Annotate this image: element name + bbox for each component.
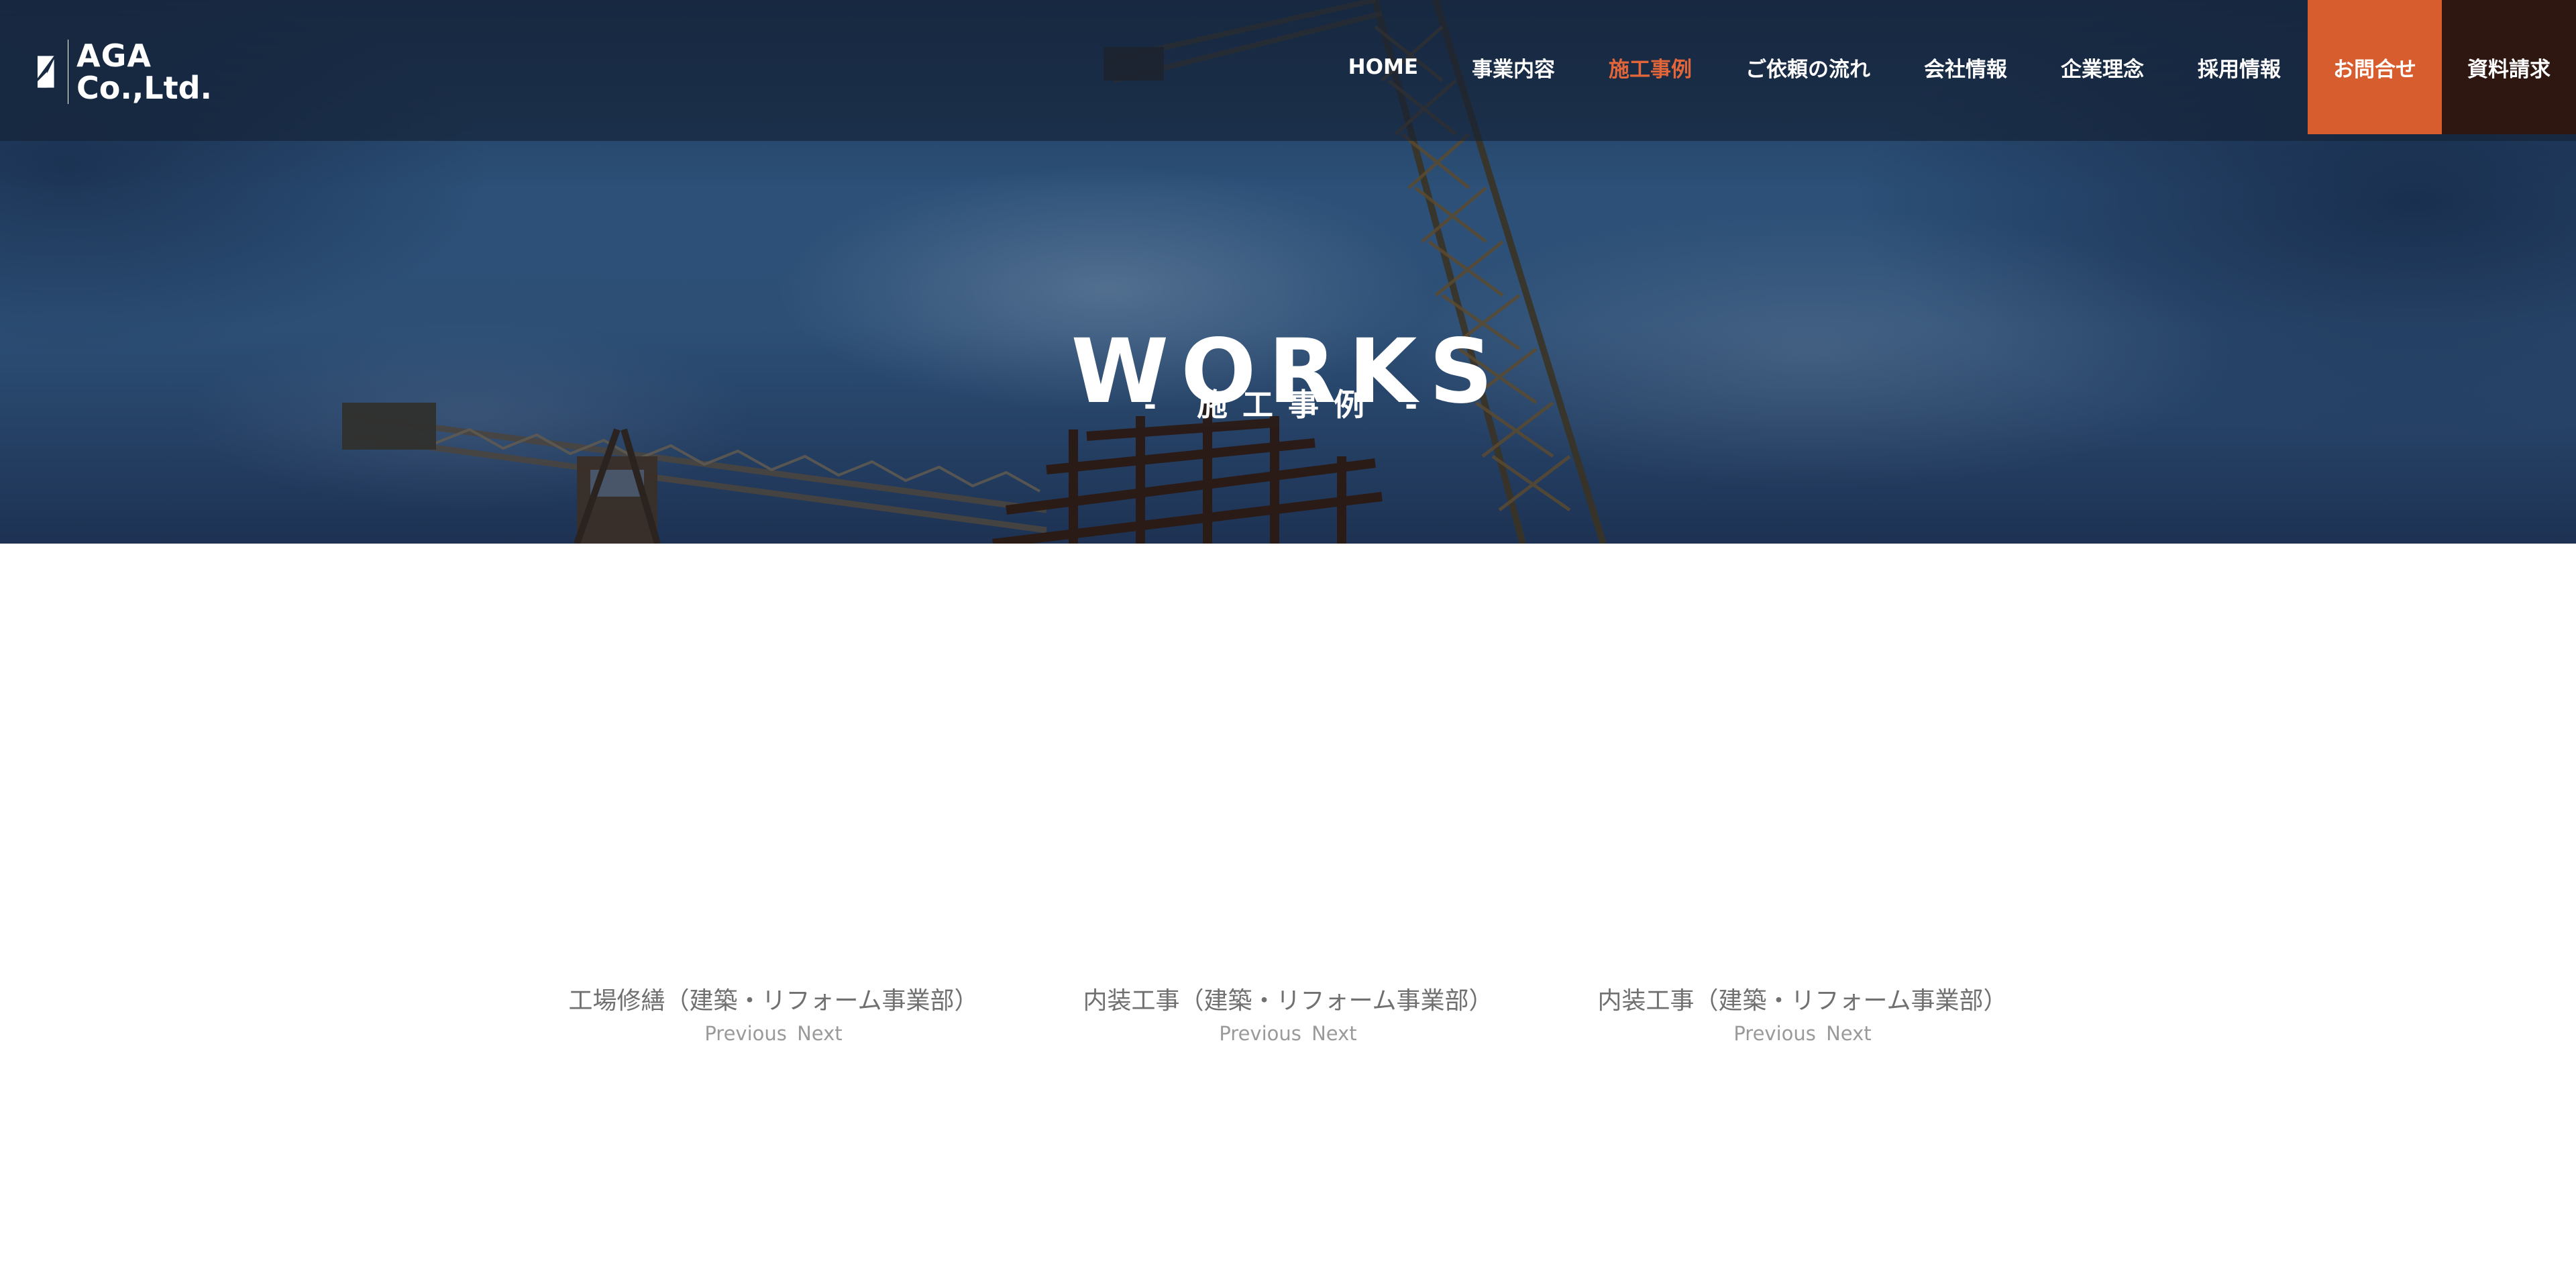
site-header: AGA Co.,Ltd. HOME 事業内容 施工事例 ご依頼の流れ 会社情報 … (0, 0, 2576, 141)
main-nav: HOME 事業内容 施工事例 ご依頼の流れ 会社情報 企業理念 採用情報 お問合… (1322, 0, 2576, 134)
work-card[interactable]: 内装工事（建築・リフォーム事業部） Previous Next (1038, 987, 1538, 1046)
next-link[interactable]: Next (795, 1022, 845, 1045)
nav-item-works[interactable]: 施工事例 (1582, 0, 1719, 134)
logo-line-1: AGA (76, 37, 152, 74)
page-subtitle: - 施工事例 - (1143, 387, 1433, 423)
logo-mark-icon (38, 56, 54, 88)
previous-link[interactable]: Previous (1217, 1022, 1303, 1045)
work-title[interactable]: 工場修繕（建築・リフォーム事業部） (523, 987, 1024, 1015)
logo-text: AGA Co.,Ltd. (76, 37, 212, 106)
previous-link[interactable]: Previous (1731, 1022, 1818, 1045)
work-card[interactable]: 内装工事（建築・リフォーム事業部） Previous Next (1552, 987, 2053, 1046)
nav-item-philosophy[interactable]: 企業理念 (2034, 0, 2171, 134)
next-link[interactable]: Next (1824, 1022, 1874, 1045)
request-materials-button[interactable]: 資料請求 (2442, 0, 2576, 134)
contact-button[interactable]: お問合せ (2308, 0, 2442, 134)
previous-link[interactable]: Previous (702, 1022, 789, 1045)
work-pager: Previous Next (523, 1022, 1024, 1046)
nav-item-services[interactable]: 事業内容 (1445, 0, 1582, 134)
nav-item-company[interactable]: 会社情報 (1897, 0, 2034, 134)
logo-line-2: Co.,Ltd. (76, 70, 212, 106)
work-card[interactable]: 工場修繕（建築・リフォーム事業部） Previous Next (523, 987, 1024, 1046)
work-pager: Previous Next (1552, 1022, 2053, 1046)
work-pager: Previous Next (1038, 1022, 1538, 1046)
works-list: 工場修繕（建築・リフォーム事業部） Previous Next 内装工事（建築・… (523, 987, 2053, 1046)
work-title[interactable]: 内装工事（建築・リフォーム事業部） (1038, 987, 1538, 1015)
nav-item-home[interactable]: HOME (1322, 0, 1445, 134)
next-link[interactable]: Next (1309, 1022, 1359, 1045)
work-title[interactable]: 内装工事（建築・リフォーム事業部） (1552, 987, 2053, 1015)
nav-item-recruit[interactable]: 採用情報 (2171, 0, 2308, 134)
company-logo[interactable]: AGA Co.,Ltd. (38, 35, 212, 109)
nav-item-flow[interactable]: ご依頼の流れ (1719, 0, 1897, 134)
